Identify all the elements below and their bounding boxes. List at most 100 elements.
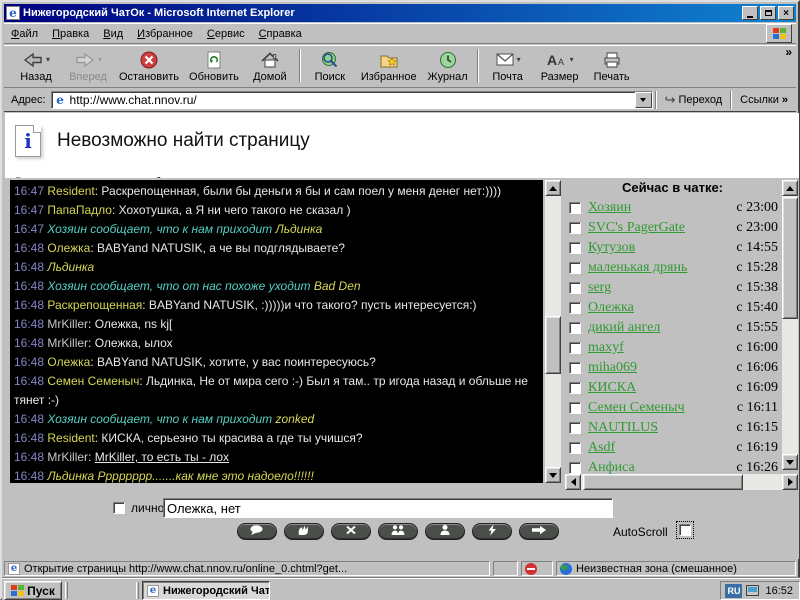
scroll-down-icon[interactable] bbox=[782, 454, 798, 470]
размер-toolbar-button[interactable]: AA ▾ Размер bbox=[534, 47, 586, 85]
остановить-toolbar-button[interactable]: Остановить bbox=[114, 47, 184, 85]
start-button[interactable]: Пуск bbox=[4, 581, 62, 600]
menu-item[interactable]: Сервис bbox=[200, 25, 252, 43]
person-button[interactable] bbox=[425, 523, 465, 540]
roster-user-link[interactable]: SVC's PagerGate bbox=[588, 220, 685, 236]
scroll-up-icon[interactable] bbox=[545, 180, 561, 196]
roster-scrollbar[interactable] bbox=[782, 180, 798, 470]
roster-user-since: с 23:00 bbox=[736, 220, 780, 236]
roster-user-since: с 23:00 bbox=[736, 200, 780, 216]
roster-checkbox[interactable] bbox=[569, 422, 581, 434]
close-button[interactable] bbox=[331, 523, 371, 540]
roster-checkbox[interactable] bbox=[569, 202, 581, 214]
toolbar-chevron-icon[interactable]: » bbox=[785, 45, 792, 59]
roster-checkbox[interactable] bbox=[569, 302, 581, 314]
toolbar-button-label: Избранное bbox=[361, 71, 417, 83]
scroll-left-icon[interactable] bbox=[565, 474, 581, 490]
поиск-toolbar-button[interactable]: Поиск bbox=[304, 47, 356, 85]
back-icon bbox=[22, 50, 44, 70]
roster-checkbox[interactable] bbox=[569, 342, 581, 354]
minimize-button[interactable] bbox=[742, 6, 758, 20]
roster-user-since: с 15:55 bbox=[736, 320, 780, 336]
chat-bubble-button[interactable] bbox=[237, 523, 277, 540]
lightning-icon bbox=[482, 523, 502, 541]
toolbar-button-label: Размер bbox=[541, 71, 579, 83]
roster-checkbox[interactable] bbox=[569, 262, 581, 274]
roster-checkbox[interactable] bbox=[569, 402, 581, 414]
address-input[interactable] bbox=[70, 93, 635, 107]
lightning-button[interactable] bbox=[472, 523, 512, 540]
svg-text:A: A bbox=[547, 52, 557, 68]
журнал-toolbar-button[interactable]: Журнал bbox=[422, 47, 474, 85]
chevron-down-icon[interactable]: ▾ bbox=[517, 55, 521, 64]
address-dropdown-button[interactable] bbox=[635, 92, 652, 108]
roster-checkbox[interactable] bbox=[569, 462, 581, 474]
roster-checkbox[interactable] bbox=[569, 222, 581, 234]
menu-item[interactable]: Справка bbox=[252, 25, 309, 43]
message-input[interactable] bbox=[163, 498, 613, 518]
chevron-down-icon[interactable]: ▾ bbox=[570, 55, 574, 64]
scroll-right-icon[interactable] bbox=[782, 474, 798, 490]
обновить-toolbar-button[interactable]: Обновить bbox=[184, 47, 244, 85]
people-button[interactable] bbox=[378, 523, 418, 540]
ie-page-icon: e bbox=[8, 563, 20, 575]
taskbar-handle[interactable] bbox=[65, 582, 68, 599]
task-button-chat[interactable]: e Нижегородский Чат... bbox=[142, 581, 270, 600]
toolbar-separator bbox=[477, 49, 479, 83]
chevron-down-icon[interactable]: ▾ bbox=[46, 55, 50, 64]
links-button[interactable]: Ссылки » bbox=[734, 90, 794, 110]
roster-user-link[interactable]: serg bbox=[588, 280, 611, 296]
roster-user-link[interactable]: maxyf bbox=[588, 340, 624, 356]
chat-scrollbar-thumb[interactable] bbox=[545, 316, 561, 374]
address-field[interactable]: e bbox=[51, 91, 653, 109]
restore-button[interactable] bbox=[760, 6, 776, 20]
назад-toolbar-button[interactable]: ▾Назад bbox=[10, 47, 62, 85]
title-bar[interactable]: e Нижегородский ЧатОк - Microsoft Intern… bbox=[4, 4, 796, 22]
roster-user-since: с 14:55 bbox=[736, 240, 780, 256]
roster-checkbox[interactable] bbox=[569, 322, 581, 334]
домой-toolbar-button[interactable]: Домой bbox=[244, 47, 296, 85]
chat-scrollbar[interactable] bbox=[545, 180, 561, 483]
go-button[interactable]: ↪ Переход bbox=[659, 90, 729, 110]
roster-checkbox[interactable] bbox=[569, 362, 581, 374]
menu-item[interactable]: Избранное bbox=[130, 25, 200, 43]
chat-action-buttons bbox=[237, 523, 559, 540]
печать-toolbar-button[interactable]: Печать bbox=[586, 47, 638, 85]
autoscroll-checkbox[interactable] bbox=[679, 524, 691, 536]
roster-checkbox[interactable] bbox=[569, 242, 581, 254]
roster-user-link[interactable]: Семен Семеныч bbox=[588, 400, 685, 416]
chevron-down-icon[interactable]: ▾ bbox=[98, 55, 102, 64]
roster-checkbox[interactable] bbox=[569, 442, 581, 454]
window-title: Нижегородский ЧатОк - Microsoft Internet… bbox=[23, 7, 742, 19]
roster-hscrollbar-thumb[interactable] bbox=[583, 474, 743, 490]
display-settings-icon[interactable] bbox=[746, 585, 759, 596]
roster-user-link[interactable]: Кутузов bbox=[588, 240, 635, 256]
language-indicator[interactable]: RU bbox=[725, 584, 742, 598]
roster-row: maxyfс 16:00 bbox=[565, 338, 780, 358]
почта-toolbar-button[interactable]: ▾Почта bbox=[482, 47, 534, 85]
roster-checkbox[interactable] bbox=[569, 282, 581, 294]
roster-user-link[interactable]: КИСКА bbox=[588, 380, 636, 396]
roster-user-link[interactable]: маленькая дрянь bbox=[588, 260, 687, 276]
scroll-down-icon[interactable] bbox=[545, 467, 561, 483]
menu-item[interactable]: Файл bbox=[4, 25, 45, 43]
menu-item[interactable]: Правка bbox=[45, 25, 96, 43]
roster-user-link[interactable]: дикий ангел bbox=[588, 320, 660, 336]
personal-checkbox[interactable] bbox=[113, 502, 125, 514]
close-button[interactable]: × bbox=[778, 6, 794, 20]
roster-user-link[interactable]: miha069 bbox=[588, 360, 637, 376]
svg-text:A: A bbox=[558, 57, 564, 67]
roster-hscrollbar[interactable] bbox=[565, 474, 798, 490]
taskbar-handle[interactable] bbox=[136, 582, 139, 599]
send-arrow-button[interactable] bbox=[519, 523, 559, 540]
scroll-up-icon[interactable] bbox=[782, 180, 798, 196]
roster-user-link[interactable]: Олежка bbox=[588, 300, 634, 316]
избранное-toolbar-button[interactable]: Избранное bbox=[356, 47, 422, 85]
roster-user-link[interactable]: Хозяин bbox=[588, 200, 631, 216]
roster-checkbox[interactable] bbox=[569, 382, 581, 394]
roster-user-link[interactable]: NAUTILUS bbox=[588, 420, 658, 436]
roster-scrollbar-thumb[interactable] bbox=[782, 197, 798, 319]
roster-user-link[interactable]: Asdf bbox=[588, 440, 615, 456]
menu-item[interactable]: Вид bbox=[96, 25, 130, 43]
wave-hand-button[interactable] bbox=[284, 523, 324, 540]
